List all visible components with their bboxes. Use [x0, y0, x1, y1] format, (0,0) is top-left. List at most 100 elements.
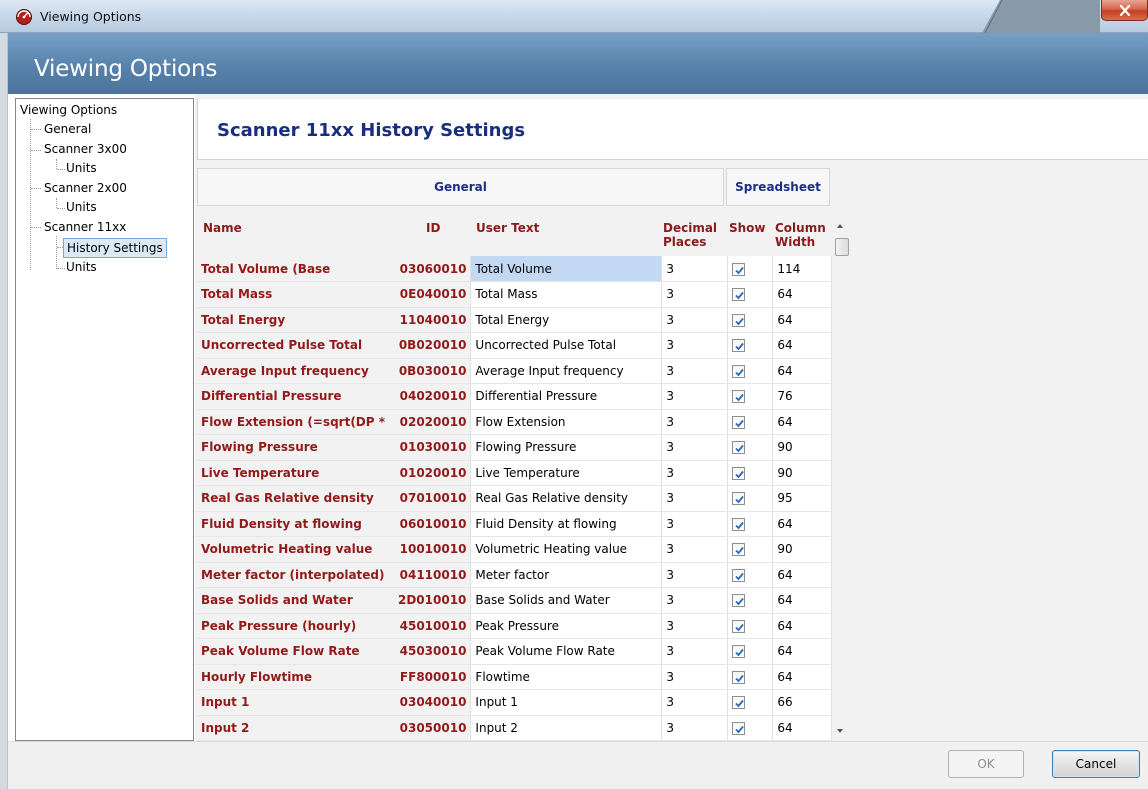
row-column-width-cell[interactable]: 64 [772, 562, 833, 588]
row-column-width-cell[interactable]: 114 [772, 256, 833, 282]
row-column-width-cell[interactable]: 95 [772, 485, 833, 512]
row-show-cell[interactable] [727, 536, 774, 563]
row-decimal-places-cell[interactable]: 3 [661, 562, 729, 588]
row-user-text-cell[interactable]: Flow Extension [470, 409, 663, 435]
row-show-cell[interactable] [727, 358, 774, 384]
row-show-cell[interactable] [727, 256, 774, 282]
row-column-width-cell[interactable]: 76 [772, 383, 833, 410]
show-checkbox[interactable] [732, 492, 746, 506]
row-decimal-places-cell[interactable]: 3 [661, 434, 729, 461]
row-show-cell[interactable] [727, 638, 774, 665]
show-checkbox[interactable] [732, 313, 746, 327]
show-checkbox[interactable] [732, 568, 746, 582]
row-show-cell[interactable] [727, 689, 774, 716]
row-show-cell[interactable] [727, 485, 774, 512]
show-checkbox[interactable] [732, 262, 746, 276]
tree-item-scanner-11xx[interactable]: Scanner 11xx [44, 219, 126, 237]
close-button[interactable] [1101, 0, 1148, 21]
row-decimal-places-cell[interactable]: 3 [661, 689, 729, 716]
show-checkbox[interactable] [732, 594, 746, 608]
row-decimal-places-cell[interactable]: 3 [661, 332, 729, 359]
row-user-text-cell[interactable]: Base Solids and Water [470, 587, 663, 614]
tree-item-units[interactable]: Units [66, 160, 97, 178]
row-column-width-cell[interactable]: 64 [772, 332, 833, 359]
tree-item-units[interactable]: Units [66, 259, 97, 277]
row-user-text-cell[interactable]: Volumetric Heating value [470, 536, 663, 563]
row-user-text-cell[interactable]: Total Volume [470, 256, 663, 282]
row-user-text-cell[interactable]: Differential Pressure [470, 383, 663, 410]
row-user-text-cell[interactable]: Meter factor [470, 562, 663, 588]
row-show-cell[interactable] [727, 715, 774, 741]
row-decimal-places-cell[interactable]: 3 [661, 638, 729, 665]
row-decimal-places-cell[interactable]: 3 [661, 613, 729, 639]
show-checkbox[interactable] [732, 415, 746, 429]
tree-item-general[interactable]: General [44, 121, 91, 139]
row-show-cell[interactable] [727, 281, 774, 308]
show-checkbox[interactable] [732, 645, 746, 659]
row-column-width-cell[interactable]: 64 [772, 358, 833, 384]
row-user-text-cell[interactable]: Flowtime [470, 664, 663, 690]
row-column-width-cell[interactable]: 66 [772, 689, 833, 716]
row-column-width-cell[interactable]: 64 [772, 409, 833, 435]
row-decimal-places-cell[interactable]: 3 [661, 485, 729, 512]
scrollbar-thumb[interactable] [835, 238, 849, 256]
row-column-width-cell[interactable]: 64 [772, 511, 833, 537]
tree-item-units[interactable]: Units [66, 199, 97, 217]
row-decimal-places-cell[interactable]: 3 [661, 587, 729, 614]
row-column-width-cell[interactable]: 64 [772, 613, 833, 639]
show-checkbox[interactable] [732, 339, 746, 353]
row-user-text-cell[interactable]: Total Mass [470, 281, 663, 308]
row-show-cell[interactable] [727, 332, 774, 359]
show-checkbox[interactable] [732, 696, 746, 710]
row-show-cell[interactable] [727, 587, 774, 614]
row-user-text-cell[interactable]: Total Energy [470, 307, 663, 333]
row-show-cell[interactable] [727, 511, 774, 537]
row-decimal-places-cell[interactable]: 3 [661, 383, 729, 410]
row-decimal-places-cell[interactable]: 3 [661, 664, 729, 690]
row-user-text-cell[interactable]: Live Temperature [470, 460, 663, 486]
show-checkbox[interactable] [732, 364, 746, 378]
show-checkbox[interactable] [732, 670, 746, 684]
show-checkbox[interactable] [732, 390, 746, 404]
row-decimal-places-cell[interactable]: 3 [661, 307, 729, 333]
ok-button[interactable]: OK [948, 750, 1024, 778]
row-show-cell[interactable] [727, 307, 774, 333]
row-show-cell[interactable] [727, 383, 774, 410]
cancel-button[interactable]: Cancel [1052, 750, 1140, 778]
row-show-cell[interactable] [727, 562, 774, 588]
row-decimal-places-cell[interactable]: 3 [661, 536, 729, 563]
row-decimal-places-cell[interactable]: 3 [661, 511, 729, 537]
options-tree[interactable]: Viewing Options General Scanner 3x00 Uni… [15, 98, 194, 741]
scroll-down-arrow-icon[interactable] [837, 729, 843, 733]
row-show-cell[interactable] [727, 434, 774, 461]
show-checkbox[interactable] [732, 441, 746, 455]
grid-vertical-scrollbar[interactable] [832, 218, 849, 741]
row-user-text-cell[interactable]: Input 2 [470, 715, 663, 741]
row-decimal-places-cell[interactable]: 3 [661, 409, 729, 435]
row-column-width-cell[interactable]: 64 [772, 281, 833, 308]
row-decimal-places-cell[interactable]: 3 [661, 281, 729, 308]
row-user-text-cell[interactable]: Real Gas Relative density [470, 485, 663, 512]
show-checkbox[interactable] [732, 619, 746, 633]
tree-item-scanner-3x00[interactable]: Scanner 3x00 [44, 141, 127, 159]
row-user-text-cell[interactable]: Input 1 [470, 689, 663, 716]
show-checkbox[interactable] [732, 721, 746, 735]
show-checkbox[interactable] [732, 288, 746, 302]
row-column-width-cell[interactable]: 64 [772, 638, 833, 665]
row-show-cell[interactable] [727, 460, 774, 486]
show-checkbox[interactable] [732, 517, 746, 531]
row-show-cell[interactable] [727, 613, 774, 639]
row-column-width-cell[interactable]: 90 [772, 460, 833, 486]
row-user-text-cell[interactable]: Fluid Density at flowing [470, 511, 663, 537]
row-user-text-cell[interactable]: Uncorrected Pulse Total [470, 332, 663, 359]
row-column-width-cell[interactable]: 64 [772, 715, 833, 741]
row-decimal-places-cell[interactable]: 3 [661, 256, 729, 282]
row-column-width-cell[interactable]: 64 [772, 307, 833, 333]
row-column-width-cell[interactable]: 64 [772, 664, 833, 690]
row-user-text-cell[interactable]: Average Input frequency [470, 358, 663, 384]
row-column-width-cell[interactable]: 64 [772, 587, 833, 614]
row-column-width-cell[interactable]: 90 [772, 434, 833, 461]
row-user-text-cell[interactable]: Flowing Pressure [470, 434, 663, 461]
row-column-width-cell[interactable]: 90 [772, 536, 833, 563]
show-checkbox[interactable] [732, 543, 746, 557]
